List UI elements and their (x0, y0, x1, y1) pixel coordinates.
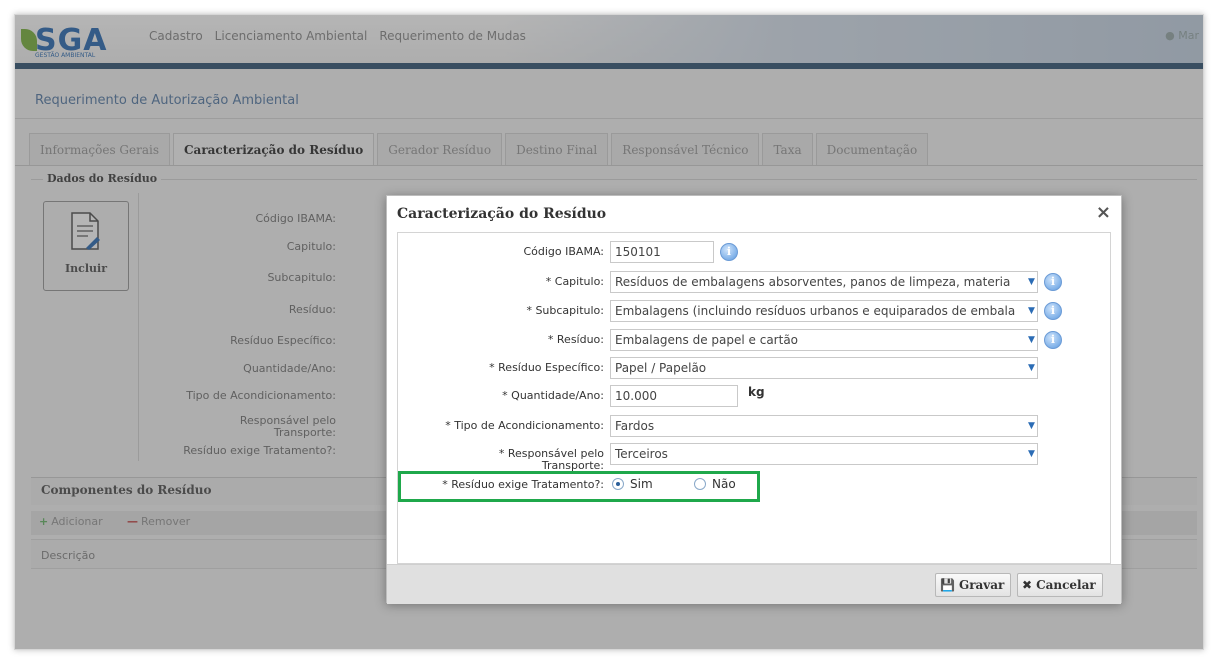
row-subcapitulo: * Subcapitulo: Embalagens (incluindo res… (398, 300, 1112, 322)
label-capitulo: * Capitulo: (545, 275, 604, 288)
chevron-down-icon[interactable]: ▼ (1028, 363, 1035, 373)
transporte-select[interactable]: Terceiros (610, 443, 1038, 465)
info-icon[interactable]: i (1044, 331, 1062, 349)
chevron-down-icon[interactable]: ▼ (1028, 421, 1035, 431)
acondicionamento-select[interactable]: Fardos (610, 415, 1038, 437)
capitulo-value: Resíduos de embalagens absorventes, pano… (615, 275, 1011, 289)
row-acondicionamento: * Tipo de Acondicionamento: Fardos ▼ (398, 415, 1112, 437)
transporte-value: Terceiros (615, 447, 668, 461)
close-icon: ✖ (1022, 578, 1033, 592)
dialog-form: Código IBAMA: 150101 i * Capitulo: Resíd… (397, 232, 1111, 564)
codigo-ibama-input[interactable]: 150101 (610, 241, 714, 263)
chevron-down-icon[interactable]: ▼ (1028, 277, 1035, 287)
row-codigo-ibama: Código IBAMA: 150101 i (398, 241, 1112, 263)
quantidade-input[interactable]: 10.000 (610, 385, 738, 407)
save-button[interactable]: 💾 Gravar (935, 573, 1012, 597)
subcapitulo-value: Embalagens (incluindo resíduos urbanos e… (615, 304, 1016, 318)
label-acondicionamento: * Tipo de Acondicionamento: (445, 419, 604, 432)
label-residuo: * Resíduo: (547, 333, 604, 346)
cancel-label: Cancelar (1036, 578, 1096, 592)
close-icon[interactable]: × (1096, 202, 1111, 223)
residuo-select[interactable]: Embalagens de papel e cartão (610, 329, 1038, 351)
residuo-especifico-value: Papel / Papelão (615, 361, 707, 375)
label-codigo-ibama: Código IBAMA: (523, 245, 604, 258)
row-capitulo: * Capitulo: Resíduos de embalagens absor… (398, 271, 1112, 293)
label-residuo-especifico: * Resíduo Específico: (489, 361, 604, 374)
info-icon[interactable]: i (1044, 273, 1062, 291)
label-transporte: * Responsável pelo Transporte: (498, 447, 604, 472)
chevron-down-icon[interactable]: ▼ (1028, 449, 1035, 459)
chevron-down-icon[interactable]: ▼ (1028, 335, 1035, 345)
row-residuo-especifico: * Resíduo Específico: Papel / Papelão ▼ (398, 357, 1112, 379)
label-subcapitulo: * Subcapitulo: (526, 304, 604, 317)
row-transporte: * Responsável pelo Transporte: Terceiros… (398, 443, 1112, 472)
highlight-box (398, 471, 760, 502)
residuo-especifico-select[interactable]: Papel / Papelão (610, 357, 1038, 379)
dialog-footer: 💾 Gravar ✖ Cancelar (387, 564, 1121, 604)
unit-label: kg (748, 385, 765, 399)
save-label: Gravar (958, 578, 1005, 592)
residue-characterization-dialog: Caracterização do Resíduo × Código IBAMA… (386, 195, 1122, 604)
row-residuo: * Resíduo: Embalagens de papel e cartão … (398, 329, 1112, 351)
row-quantidade: * Quantidade/Ano: 10.000 kg (398, 385, 1112, 407)
save-icon: 💾 (940, 578, 955, 592)
info-icon[interactable]: i (720, 243, 738, 261)
chevron-down-icon[interactable]: ▼ (1028, 306, 1035, 316)
info-icon[interactable]: i (1044, 302, 1062, 320)
dialog-title: Caracterização do Resíduo (397, 206, 607, 222)
subcapitulo-select[interactable]: Embalagens (incluindo resíduos urbanos e… (610, 300, 1038, 322)
label-quantidade: * Quantidade/Ano: (502, 389, 604, 402)
residuo-value: Embalagens de papel e cartão (615, 333, 799, 347)
capitulo-select[interactable]: Resíduos de embalagens absorventes, pano… (610, 271, 1038, 293)
acondicionamento-value: Fardos (615, 419, 655, 433)
cancel-button[interactable]: ✖ Cancelar (1017, 573, 1103, 597)
